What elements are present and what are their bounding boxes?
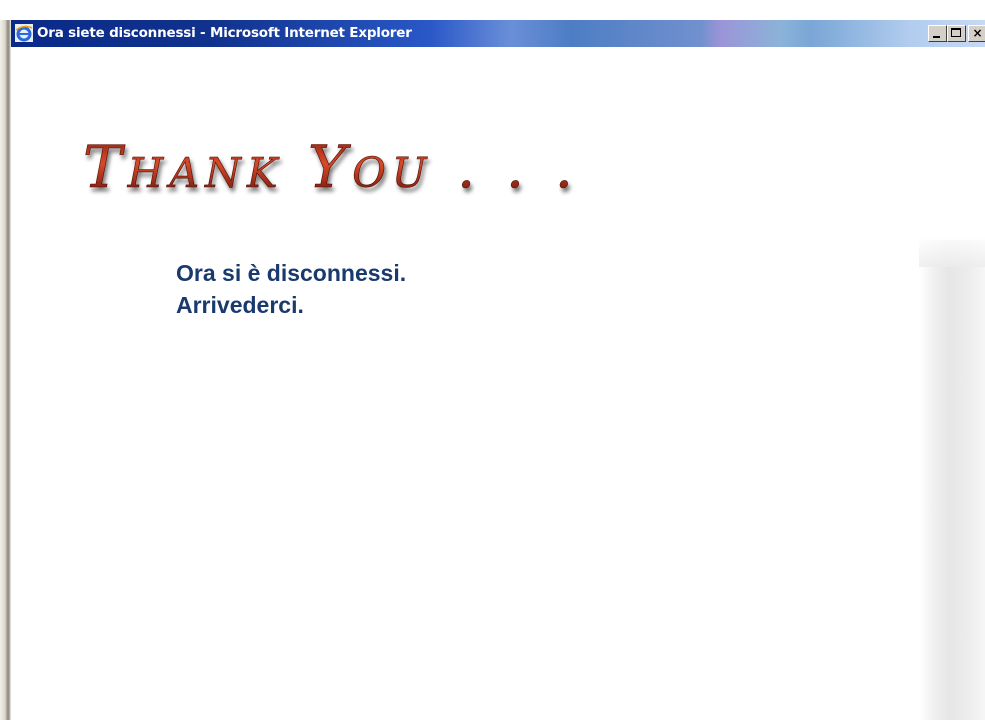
thank-you-heading-graphic: Thank You . . . <box>83 133 579 202</box>
internet-explorer-icon[interactable] <box>15 24 33 42</box>
close-icon: × <box>972 26 983 40</box>
window-left-border <box>0 20 11 720</box>
message-line-disconnected: Ora si è disconnessi. <box>176 260 407 286</box>
heading-text: Thank You . . . <box>83 133 579 201</box>
decorative-side-panel-top <box>919 237 985 267</box>
message-line-goodbye: Arrivederci. <box>176 292 304 318</box>
logout-message: Ora si è disconnessi. Arrivederci. <box>176 257 406 321</box>
thank-you-heading: Thank You . . . <box>81 127 741 217</box>
page-content: Thank You . . . Ora si è disconnessi. Ar… <box>11 47 985 720</box>
decorative-side-panel <box>919 240 985 720</box>
minimize-icon <box>933 36 940 38</box>
browser-window: Ora siete disconnessi - Microsoft Intern… <box>0 0 985 720</box>
maximize-icon <box>951 28 961 37</box>
title-bar[interactable]: Ora siete disconnessi - Microsoft Intern… <box>11 20 985 47</box>
window-title: Ora siete disconnessi - Microsoft Intern… <box>37 25 412 41</box>
close-button[interactable]: × <box>968 25 985 42</box>
minimize-button[interactable] <box>928 25 947 42</box>
screen-top-strip <box>0 0 985 20</box>
maximize-button[interactable] <box>947 25 966 42</box>
